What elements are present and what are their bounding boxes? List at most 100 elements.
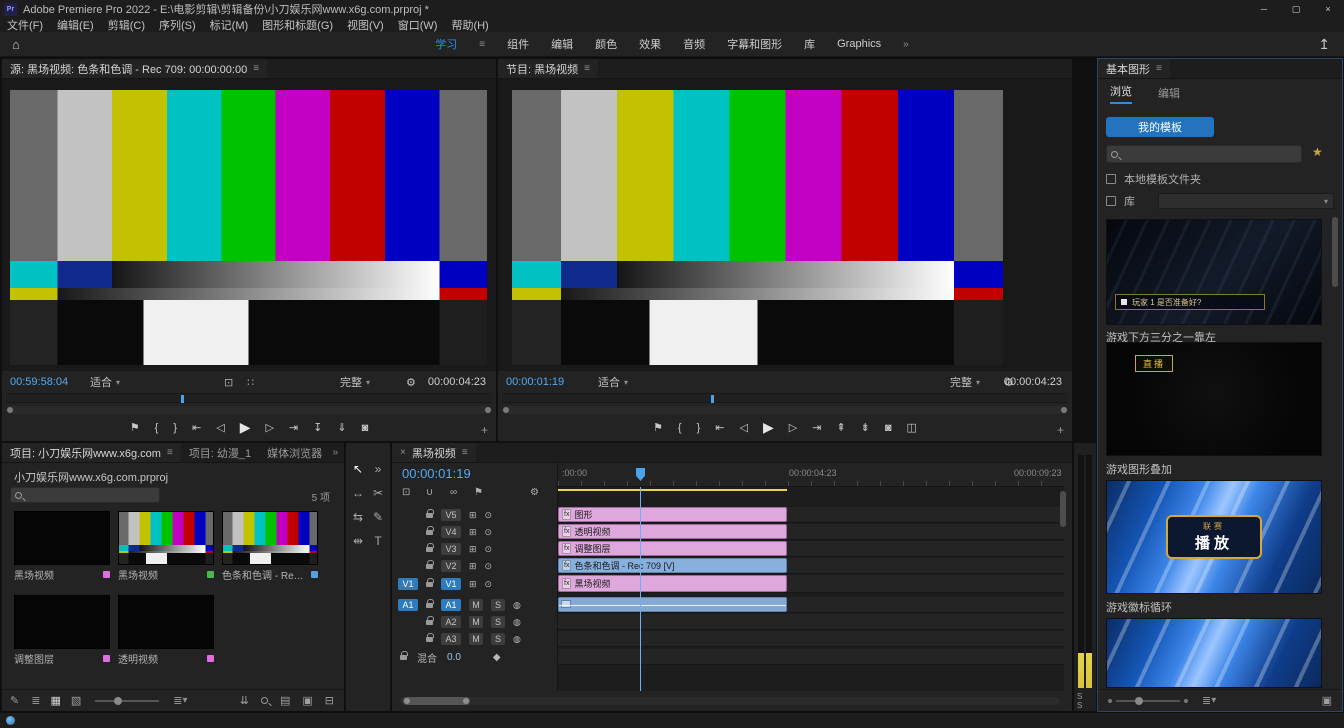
project-item-thumb[interactable] <box>222 511 318 565</box>
template-item-label[interactable]: 游戏图形叠加 <box>1106 461 1172 477</box>
label-color-chip[interactable] <box>103 571 110 578</box>
template-item-thumb[interactable]: 玩家 1 是否准备好? <box>1106 219 1322 325</box>
project-item-label[interactable]: 黑场视频 <box>14 567 110 582</box>
track-output-eye-icon[interactable]: ⊙ <box>485 579 493 590</box>
workspace-menu-icon[interactable]: ≡ <box>479 39 485 50</box>
source-patch-a1[interactable]: A1 <box>398 599 418 611</box>
icon-view-icon[interactable]: ▦ <box>50 694 60 707</box>
step-back-icon[interactable]: ◁ <box>740 421 748 434</box>
source-quality-select[interactable]: 完整▾ <box>340 374 370 390</box>
clip-bars-and-tone-audio[interactable] <box>558 597 787 612</box>
minimize-button[interactable]: ─ <box>1248 0 1280 18</box>
pen-tool[interactable]: ✎ <box>373 510 383 524</box>
playhead-marker[interactable] <box>636 468 645 481</box>
filter-local-templates[interactable]: 本地模板文件夹 <box>1106 171 1201 187</box>
checkbox-icon[interactable] <box>1106 174 1116 184</box>
meter-solo-buttons[interactable]: S S <box>1077 692 1096 710</box>
project-item-thumb[interactable] <box>118 511 214 565</box>
workspace-tab-color[interactable]: 颜色 <box>595 36 617 52</box>
source-patch-v1[interactable]: V1 <box>398 578 418 590</box>
mark-out-icon[interactable]: } <box>173 422 177 434</box>
source-zoom-select[interactable]: 适合▾ <box>90 374 120 390</box>
freeform-view-icon[interactable]: ▧ <box>71 694 81 707</box>
sequence-tab[interactable]: 黑场视频 <box>412 445 456 461</box>
clip-graphics[interactable]: fx 图形 <box>558 507 787 522</box>
solo-button[interactable]: S <box>491 633 505 645</box>
lock-icon[interactable] <box>426 637 433 642</box>
quick-export-icon[interactable]: ↥ <box>1318 36 1330 53</box>
mute-button[interactable]: M <box>469 599 483 611</box>
lock-icon[interactable] <box>400 655 407 660</box>
track-target-v4[interactable]: V4 <box>441 526 461 538</box>
lock-icon[interactable] <box>426 582 433 587</box>
project-item-thumb[interactable] <box>14 595 110 649</box>
panel-menu-icon[interactable]: ≡ <box>584 63 590 74</box>
label-color-chip[interactable] <box>207 571 214 578</box>
go-to-out-icon[interactable]: ⇥ <box>812 421 821 434</box>
lock-icon[interactable] <box>426 547 433 552</box>
trash-icon[interactable]: ⊟ <box>325 694 334 707</box>
insert-icon[interactable]: ↧ <box>313 421 322 434</box>
project-item-label[interactable]: 透明视频 <box>118 651 214 666</box>
extract-icon[interactable]: ⇟ <box>861 421 870 434</box>
checkbox-icon[interactable] <box>1106 196 1116 206</box>
workspace-tab-learning[interactable]: 学习 <box>435 36 457 52</box>
maximize-button[interactable]: ▢ <box>1280 0 1312 18</box>
thumbnail-zoom-slider[interactable] <box>95 700 159 702</box>
slip-tool[interactable]: ⇆ <box>353 510 363 524</box>
label-color-chip[interactable] <box>207 655 214 662</box>
workspace-tab-assembly[interactable]: 组件 <box>507 36 529 52</box>
track-output-eye-icon[interactable]: ⊙ <box>485 561 493 572</box>
list-view-icon[interactable]: ≣ <box>31 694 40 707</box>
drag-audio-icon[interactable]: ∷ <box>247 376 254 389</box>
track-output-eye-icon[interactable]: ⊙ <box>485 510 493 521</box>
sync-lock-icon[interactable]: ⊞ <box>469 544 477 555</box>
panel-menu-icon[interactable]: ≡ <box>1156 63 1162 74</box>
project-item-thumb[interactable] <box>118 595 214 649</box>
program-quality-select[interactable]: 完整▾ <box>950 374 980 390</box>
project-item-label[interactable]: 色条和色调 - Rec 709 <box>222 567 318 582</box>
program-zoom-scrollbar[interactable] <box>502 406 1068 414</box>
project-item-label[interactable]: 黑场视频 <box>118 567 214 582</box>
project-search-input[interactable] <box>26 490 155 501</box>
track-target-v5[interactable]: V5 <box>441 509 461 521</box>
sync-lock-icon[interactable]: ⊞ <box>469 579 477 590</box>
add-marker-icon[interactable]: ⚑ <box>474 487 483 498</box>
library-select[interactable]: ▾ <box>1158 193 1334 209</box>
source-playhead[interactable] <box>181 395 184 403</box>
voiceover-record-icon[interactable]: ◍ <box>513 600 521 611</box>
add-marker-icon[interactable]: ⚑ <box>653 421 663 434</box>
panel-menu-icon[interactable]: ≡ <box>253 63 259 74</box>
step-forward-icon[interactable]: ▷ <box>789 421 797 434</box>
lift-icon[interactable]: ⇞ <box>836 421 845 434</box>
clip-black-video[interactable]: fx 黑场视频 <box>558 575 787 592</box>
sort-icon[interactable]: ≣ <box>1202 694 1211 707</box>
timeline-vertical-scrollbar[interactable] <box>1060 491 1066 527</box>
track-target-a3[interactable]: A3 <box>441 633 461 645</box>
menu-markers[interactable]: 标记(M) <box>203 17 256 33</box>
workspace-tab-effects[interactable]: 效果 <box>639 36 661 52</box>
home-icon[interactable]: ⌂ <box>12 37 20 52</box>
play-icon[interactable]: ▶ <box>763 419 774 436</box>
mark-in-icon[interactable]: { <box>678 422 682 434</box>
solo-button[interactable]: S <box>491 599 505 611</box>
sync-lock-icon[interactable]: ⊞ <box>469 527 477 538</box>
tab-overflow-icon[interactable]: » <box>332 447 344 458</box>
track-target-v1[interactable]: V1 <box>441 578 461 590</box>
menu-clip[interactable]: 剪辑(C) <box>101 17 152 33</box>
track-target-v2[interactable]: V2 <box>441 560 461 572</box>
snap-icon[interactable]: ∪ <box>426 487 433 498</box>
timeline-horizontal-scrollbar[interactable] <box>400 697 1060 705</box>
thumbnail-zoom-slider[interactable] <box>1116 700 1180 702</box>
project-tab-active[interactable]: 项目: 小刀娱乐网www.x6g.com <box>10 445 161 461</box>
program-playhead[interactable] <box>711 395 714 403</box>
project-item-thumb[interactable] <box>14 511 110 565</box>
menu-graphics[interactable]: 图形和标题(G) <box>255 17 340 33</box>
menu-help[interactable]: 帮助(H) <box>444 17 495 33</box>
hand-tool[interactable]: ⇹ <box>353 534 363 548</box>
project-search[interactable] <box>10 487 160 503</box>
track-output-eye-icon[interactable]: ⊙ <box>485 544 493 555</box>
workspace-tab-editing[interactable]: 编辑 <box>551 36 573 52</box>
track-output-eye-icon[interactable]: ⊙ <box>485 527 493 538</box>
linked-selection-icon[interactable]: ∞ <box>450 487 457 498</box>
